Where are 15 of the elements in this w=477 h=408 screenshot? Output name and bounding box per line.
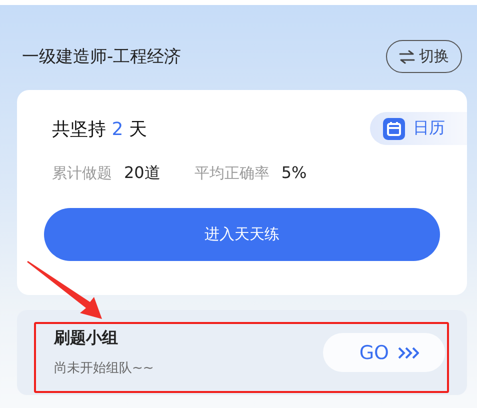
calendar-button[interactable]: 日历 bbox=[370, 112, 467, 145]
group-title: 刷题小组 bbox=[54, 328, 119, 349]
calendar-icon bbox=[383, 118, 405, 140]
stat-value: 20道 bbox=[124, 163, 160, 184]
group-status: 尚未开始组队~~ bbox=[54, 360, 154, 377]
switch-button[interactable]: 切换 bbox=[386, 40, 462, 73]
go-button[interactable]: GO bbox=[323, 333, 445, 372]
stat-value: 5% bbox=[281, 163, 307, 182]
streak-text: 共坚持 2 天 bbox=[52, 118, 147, 140]
page-title: 一级建造师-工程经济 bbox=[22, 46, 182, 68]
swap-icon bbox=[399, 50, 415, 64]
stat-label: 平均正确率 bbox=[194, 164, 270, 183]
start-practice-button[interactable]: 进入天天练 bbox=[44, 208, 440, 261]
chevrons-icon bbox=[397, 346, 419, 360]
stat-label: 累计做题 bbox=[52, 164, 112, 183]
